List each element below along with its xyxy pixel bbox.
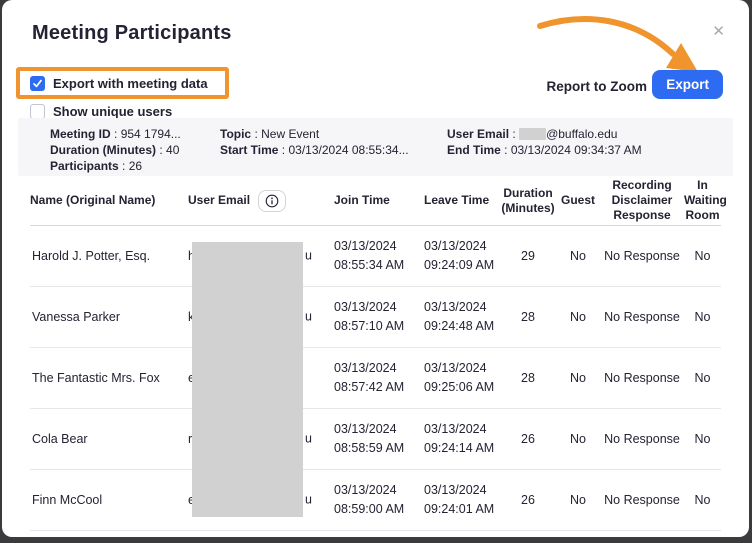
redaction-box <box>519 128 547 140</box>
guest-flag: No <box>570 431 586 446</box>
checkbox-label: Export with meeting data <box>53 76 208 91</box>
leave-time: 03/13/2024 09:25:06 AM <box>424 361 495 394</box>
col-header-user-email: User Email <box>188 176 314 226</box>
meeting-start-time: Start Time : 03/13/2024 08:55:34... <box>220 143 409 157</box>
checkbox-checked-icon[interactable] <box>30 76 45 91</box>
info-col-3: User Email : @buffalo.edu End Time : 03/… <box>447 126 733 176</box>
in-waiting-room-flag: No <box>694 431 711 446</box>
participant-name: The Fantastic Mrs. Fox <box>32 370 160 385</box>
duration-minutes: 26 <box>521 492 535 507</box>
duration-minutes: 28 <box>521 309 535 324</box>
meeting-end-time: End Time : 03/13/2024 09:34:37 AM <box>447 143 642 157</box>
join-time: 03/13/2024 08:58:59 AM <box>334 422 405 455</box>
info-col-2: Topic : New Event Start Time : 03/13/202… <box>220 126 447 176</box>
recording-disclaimer-response: No Response <box>604 248 680 263</box>
leave-time: 03/13/2024 09:24:01 AM <box>424 483 495 516</box>
meeting-duration: Duration (Minutes) : 40 <box>50 143 180 157</box>
join-time: 03/13/2024 08:57:10 AM <box>334 300 405 333</box>
col-header-in-waiting-room: In Waiting Room <box>684 178 727 222</box>
export-button[interactable]: Export <box>652 70 723 99</box>
checkbox-unchecked-icon[interactable] <box>30 104 45 119</box>
participant-name: Cola Bear <box>32 431 88 446</box>
table-row: Harold J. Potter, Esq. hu 03/13/2024 08:… <box>30 226 721 287</box>
guest-flag: No <box>570 492 586 507</box>
col-header-leave-time: Leave Time <box>424 193 490 207</box>
col-header-duration: Duration (Minutes) <box>501 185 555 215</box>
table-row: Finn McCool eu 03/13/2024 08:59:00 AM 03… <box>30 470 721 531</box>
report-to-zoom-link[interactable]: Report to Zoom <box>547 79 648 94</box>
close-icon[interactable]: ✕ <box>712 24 725 39</box>
recording-disclaimer-response: No Response <box>604 309 680 324</box>
duration-minutes: 29 <box>521 248 535 263</box>
participant-name: Finn McCool <box>32 492 103 507</box>
leave-time: 03/13/2024 09:24:09 AM <box>424 239 495 272</box>
recording-disclaimer-response: No Response <box>604 370 680 385</box>
table-header-row: Name (Original Name) User Email Join Tim… <box>30 176 727 226</box>
redaction-box <box>192 242 303 517</box>
recording-disclaimer-response: No Response <box>604 492 680 507</box>
meeting-info-bar: Meeting ID : 954 1794... Duration (Minut… <box>18 118 733 176</box>
guest-flag: No <box>570 248 586 263</box>
col-header-join-time: Join Time <box>334 193 390 207</box>
guest-flag: No <box>570 309 586 324</box>
in-waiting-room-flag: No <box>694 370 711 385</box>
export-with-meeting-data-option[interactable]: Export with meeting data <box>30 76 208 91</box>
meeting-participants-count: Participants : 26 <box>50 159 143 173</box>
in-waiting-room-flag: No <box>694 492 711 507</box>
show-unique-users-option[interactable]: Show unique users <box>30 104 172 119</box>
recording-disclaimer-response: No Response <box>604 431 680 446</box>
in-waiting-room-flag: No <box>694 248 711 263</box>
col-header-name: Name (Original Name) <box>30 193 156 207</box>
guest-flag: No <box>570 370 586 385</box>
col-header-guest: Guest <box>560 193 595 207</box>
duration-minutes: 28 <box>521 370 535 385</box>
meeting-participants-dialog: Meeting Participants ✕ Export with meeti… <box>2 0 749 537</box>
join-time: 03/13/2024 08:55:34 AM <box>334 239 405 272</box>
page-title: Meeting Participants <box>32 22 232 44</box>
in-waiting-room-flag: No <box>694 309 711 324</box>
leave-time: 03/13/2024 09:24:48 AM <box>424 300 495 333</box>
meeting-topic: Topic : New Event <box>220 127 320 141</box>
checkbox-label: Show unique users <box>53 104 173 119</box>
participant-name: Vanessa Parker <box>32 309 121 324</box>
info-icon[interactable] <box>258 189 287 212</box>
table-row: Vanessa Parker ku 03/13/2024 08:57:10 AM… <box>30 287 721 348</box>
leave-time: 03/13/2024 09:24:14 AM <box>424 422 495 455</box>
table-row: The Fantastic Mrs. Fox e 03/13/2024 08:5… <box>30 348 721 409</box>
table-row: Cola Bear ru 03/13/2024 08:58:59 AM 03/1… <box>30 409 721 470</box>
meeting-id: Meeting ID : 954 1794... <box>50 127 181 141</box>
participant-name: Harold J. Potter, Esq. <box>32 248 151 263</box>
meeting-user-email: User Email : @buffalo.edu <box>447 127 618 141</box>
info-col-1: Meeting ID : 954 1794... Duration (Minut… <box>50 126 220 176</box>
duration-minutes: 26 <box>521 431 535 446</box>
col-header-recording-disclaimer: Recording Disclaimer Response <box>611 178 673 222</box>
join-time: 03/13/2024 08:57:42 AM <box>334 361 405 394</box>
join-time: 03/13/2024 08:59:00 AM <box>334 483 405 516</box>
participants-table: Name (Original Name) User Email Join Tim… <box>30 176 727 531</box>
